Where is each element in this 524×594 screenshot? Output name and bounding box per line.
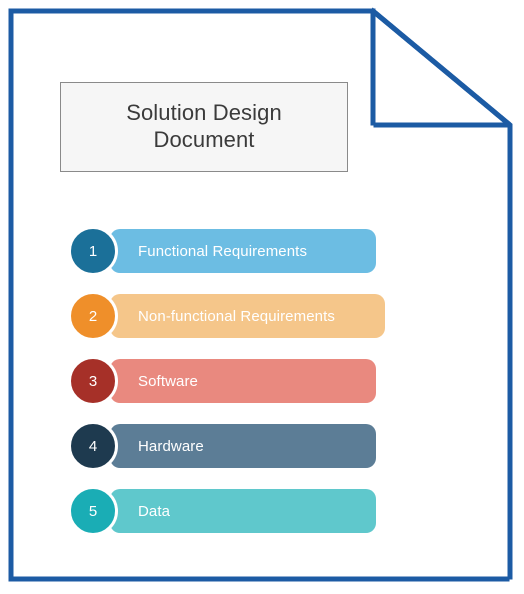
step-label: Software xyxy=(138,372,198,390)
step-number: 5 xyxy=(88,502,98,520)
page-title: Solution Design Document xyxy=(126,100,282,152)
step-label: Data xyxy=(138,502,171,520)
fold-diagonal-line xyxy=(369,7,514,129)
step-number: 1 xyxy=(88,242,98,260)
document-title-box: Solution Design Document xyxy=(60,82,348,172)
step-bar[interactable]: Software xyxy=(110,359,376,403)
step-number: 3 xyxy=(88,372,98,390)
step-label: Hardware xyxy=(138,437,204,455)
step-label: Non-functional Requirements xyxy=(138,307,335,325)
step-number-badge[interactable]: 5 xyxy=(68,486,118,536)
step-number-badge[interactable]: 2 xyxy=(68,291,118,341)
step-bar[interactable]: Data xyxy=(110,489,376,533)
step-number: 2 xyxy=(88,307,98,325)
diagram-canvas: Solution Design Document Functional Requ… xyxy=(0,0,524,594)
step-label: Functional Requirements xyxy=(138,242,308,260)
step-number: 4 xyxy=(88,437,98,455)
step-number-badge[interactable]: 1 xyxy=(68,226,118,276)
step-bar[interactable]: Non-functional Requirements xyxy=(110,294,385,338)
step-bar[interactable]: Functional Requirements xyxy=(110,229,376,273)
step-number-badge[interactable]: 4 xyxy=(68,421,118,471)
step-bar[interactable]: Hardware xyxy=(110,424,376,468)
step-number-badge[interactable]: 3 xyxy=(68,356,118,406)
